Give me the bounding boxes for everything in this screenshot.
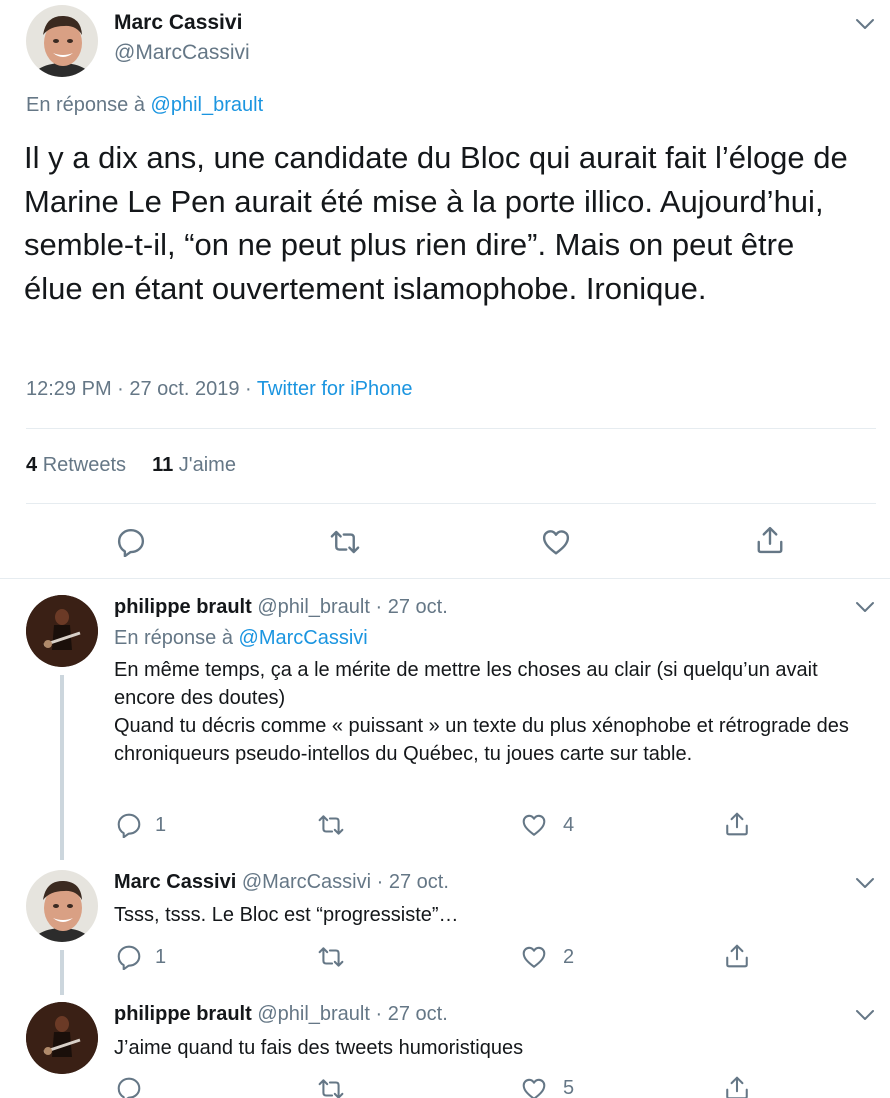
chevron-down-icon[interactable]	[855, 876, 875, 890]
author-name[interactable]: Marc Cassivi	[114, 11, 242, 35]
share-icon[interactable]	[724, 943, 750, 969]
like-count: 4	[563, 814, 575, 836]
author-meta[interactable]: @MarcCassivi · 27 oct.	[242, 871, 449, 893]
reply-context: En réponse à @MarcCassivi	[114, 627, 368, 650]
reply-icon[interactable]	[116, 1076, 142, 1098]
tweet-text: Il y a dix ans, une candidate du Bloc qu…	[24, 140, 848, 306]
likes-label: J'aime	[178, 454, 236, 476]
author-name[interactable]: Marc Cassivi	[114, 871, 236, 893]
reply-text: J’aime quand tu fais des tweets humorist…	[114, 1037, 524, 1059]
avatar[interactable]	[26, 870, 98, 942]
reply-text-line: Quand tu décris comme « puissant » un te…	[114, 715, 849, 765]
likes-stat[interactable]: 11 J'aime	[152, 454, 236, 476]
like-icon[interactable]	[541, 527, 571, 557]
divider	[0, 578, 890, 579]
reply-count: 1	[155, 814, 167, 836]
author-name[interactable]: philippe brault	[114, 1003, 252, 1025]
author-meta[interactable]: @phil_brault · 27 oct.	[257, 596, 447, 618]
share-icon[interactable]	[755, 525, 785, 555]
retweets-stat[interactable]: 4 Retweets	[26, 454, 126, 476]
divider	[26, 503, 876, 504]
avatar[interactable]	[26, 1002, 98, 1074]
reply-header: philippe brault @phil_brault · 27 oct.	[114, 596, 448, 619]
avatar[interactable]	[26, 5, 98, 77]
retweet-icon[interactable]	[316, 944, 346, 970]
author-name[interactable]: philippe brault	[114, 596, 252, 618]
reply-text: Tsss, tsss. Le Bloc est “progressiste”…	[114, 904, 459, 926]
like-icon[interactable]	[521, 1076, 547, 1098]
thread-line	[60, 675, 64, 860]
reply-header: Marc Cassivi @MarcCassivi · 27 oct.	[114, 871, 449, 894]
like-count: 2	[563, 946, 575, 968]
retweets-label: Retweets	[42, 454, 127, 476]
reply-prefix: En réponse à	[26, 94, 145, 116]
like-icon[interactable]	[521, 944, 547, 970]
share-icon[interactable]	[724, 811, 750, 837]
thread-line	[60, 950, 64, 995]
reply-icon[interactable]	[116, 527, 146, 557]
reply-text-line: En même temps, ça a le mérite de mettre …	[114, 659, 818, 709]
author-meta[interactable]: @phil_brault · 27 oct.	[257, 1003, 447, 1025]
retweet-icon[interactable]	[329, 527, 361, 557]
retweet-icon[interactable]	[316, 812, 346, 838]
reply-icon[interactable]	[116, 812, 142, 838]
like-count: 5	[563, 1077, 575, 1098]
tweet-stats: 4 Retweets 11 J'aime	[26, 454, 236, 477]
retweets-count: 4	[26, 454, 38, 476]
reply-count: 1	[155, 946, 167, 968]
chevron-down-icon[interactable]	[855, 1008, 875, 1022]
avatar[interactable]	[26, 595, 98, 667]
reply-header: philippe brault @phil_brault · 27 oct.	[114, 1003, 448, 1026]
reply-context: En réponse à @phil_brault	[26, 94, 263, 117]
reply-text: En même temps, ça a le mérite de mettre …	[114, 656, 884, 768]
reply-prefix: En réponse à	[114, 627, 233, 649]
reply-to-link[interactable]: @MarcCassivi	[239, 627, 368, 649]
retweet-icon[interactable]	[316, 1076, 346, 1098]
reply-icon[interactable]	[116, 944, 142, 970]
chevron-down-icon[interactable]	[855, 17, 875, 31]
divider	[26, 428, 876, 429]
likes-count: 11	[152, 454, 174, 476]
chevron-down-icon[interactable]	[855, 600, 875, 614]
source-link[interactable]: Twitter for iPhone	[257, 378, 413, 400]
author-handle[interactable]: @MarcCassivi	[114, 41, 250, 65]
reply-to-link[interactable]: @phil_brault	[151, 94, 264, 116]
share-icon[interactable]	[724, 1075, 750, 1098]
like-icon[interactable]	[521, 812, 547, 838]
timestamp[interactable]: 12:29 PM · 27 oct. 2019 ·	[26, 378, 252, 400]
tweet-meta: 12:29 PM · 27 oct. 2019 · Twitter for iP…	[26, 378, 413, 401]
